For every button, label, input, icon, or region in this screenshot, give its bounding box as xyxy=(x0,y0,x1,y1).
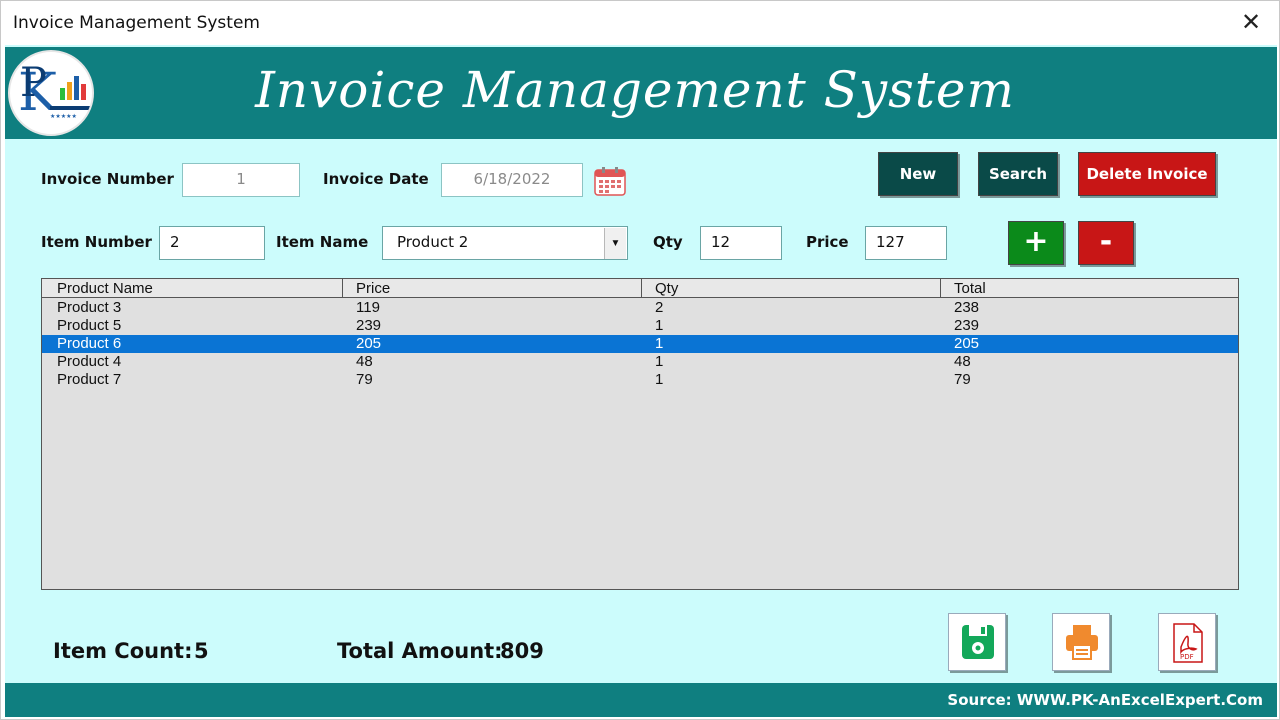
table-row[interactable]: Product 3 119 2 238 xyxy=(42,299,1238,317)
invoice-number-label: Invoice Number xyxy=(41,170,174,188)
qty-field[interactable]: 12 xyxy=(700,226,782,260)
price-field[interactable]: 127 xyxy=(865,226,947,260)
table-row[interactable]: Product 7 79 1 79 xyxy=(42,371,1238,389)
source-text: Source: WWW.PK-AnExcelExpert.Com xyxy=(947,691,1263,709)
pdf-button[interactable]: PDF xyxy=(1158,613,1216,671)
cell-qty: 1 xyxy=(655,317,664,334)
svg-text:PDF: PDF xyxy=(1180,653,1194,661)
page-title: Invoice Management System xyxy=(255,61,1015,119)
table-row-selected[interactable]: Product 6 205 1 205 xyxy=(42,335,1238,353)
column-divider[interactable] xyxy=(342,279,343,298)
cell-product-name: Product 7 xyxy=(57,371,122,388)
item-number-label: Item Number xyxy=(41,233,152,251)
item-count-value: 5 xyxy=(194,639,209,663)
title-bar: Invoice Management System ✕ xyxy=(1,1,1279,45)
search-button[interactable]: Search xyxy=(978,152,1058,196)
cell-product-name: Product 3 xyxy=(57,299,122,316)
total-amount-value: 809 xyxy=(500,639,544,663)
price-label: Price xyxy=(806,233,849,251)
item-number-field[interactable]: 2 xyxy=(159,226,265,260)
invoice-form: K P ★★★★★ Invoice Management System Invo… xyxy=(5,45,1277,717)
column-header-product-name[interactable]: Product Name xyxy=(57,280,153,298)
app-window: Invoice Management System ✕ K P ★★★★★ In… xyxy=(0,0,1280,720)
invoice-date-field[interactable]: 6/18/2022 xyxy=(441,163,583,197)
cell-price: 48 xyxy=(356,353,373,370)
cell-product-name: Product 5 xyxy=(57,317,122,334)
invoice-number-field[interactable]: 1 xyxy=(182,163,300,197)
add-item-button[interactable]: + xyxy=(1008,221,1064,265)
qty-label: Qty xyxy=(653,233,683,251)
save-icon xyxy=(962,625,994,659)
column-header-total[interactable]: Total xyxy=(954,280,986,298)
cell-qty: 1 xyxy=(655,353,664,370)
column-divider[interactable] xyxy=(641,279,642,298)
save-button[interactable] xyxy=(948,613,1006,671)
total-amount-label: Total Amount: xyxy=(337,639,503,663)
table-row[interactable]: Product 5 239 1 239 xyxy=(42,317,1238,335)
cell-price: 79 xyxy=(356,371,373,388)
table-header: Product Name Price Qty Total xyxy=(42,279,1238,298)
item-name-label: Item Name xyxy=(276,233,369,251)
cell-price: 239 xyxy=(356,317,382,334)
items-table[interactable]: Product Name Price Qty Total Product 3 1… xyxy=(41,278,1239,590)
cell-total: 48 xyxy=(954,353,971,370)
delete-invoice-button[interactable]: Delete Invoice xyxy=(1078,152,1216,196)
table-row[interactable]: Product 4 48 1 48 xyxy=(42,353,1238,371)
footer-bar: Source: WWW.PK-AnExcelExpert.Com xyxy=(5,683,1277,717)
item-name-value: Product 2 xyxy=(397,233,469,251)
column-divider[interactable] xyxy=(940,279,941,298)
cell-product-name: Product 4 xyxy=(57,353,122,370)
cell-product-name: Product 6 xyxy=(57,335,122,352)
dropdown-arrow-icon[interactable]: ▼ xyxy=(604,228,626,259)
cell-qty: 1 xyxy=(655,335,664,352)
new-button[interactable]: New xyxy=(878,152,958,196)
cell-total: 79 xyxy=(954,371,971,388)
column-header-qty[interactable]: Qty xyxy=(655,280,678,298)
print-button[interactable] xyxy=(1052,613,1110,671)
item-name-select[interactable]: Product 2 ▼ xyxy=(382,226,628,260)
window-title: Invoice Management System xyxy=(13,13,260,33)
item-count-label: Item Count: xyxy=(53,639,193,663)
invoice-date-label: Invoice Date xyxy=(323,170,429,188)
cell-price: 119 xyxy=(356,299,380,316)
column-header-price[interactable]: Price xyxy=(356,280,390,298)
cell-total: 205 xyxy=(954,335,980,352)
close-icon[interactable]: ✕ xyxy=(1237,9,1265,37)
calendar-icon[interactable] xyxy=(594,166,626,196)
cell-qty: 2 xyxy=(655,299,664,316)
pdf-icon: PDF xyxy=(1173,623,1203,663)
print-icon xyxy=(1066,625,1098,660)
cell-total: 238 xyxy=(954,299,980,316)
cell-qty: 1 xyxy=(655,371,664,388)
cell-total: 239 xyxy=(954,317,980,334)
remove-item-button[interactable]: - xyxy=(1078,221,1134,265)
cell-price: 205 xyxy=(356,335,382,352)
header-banner: K P ★★★★★ Invoice Management System xyxy=(5,47,1277,139)
